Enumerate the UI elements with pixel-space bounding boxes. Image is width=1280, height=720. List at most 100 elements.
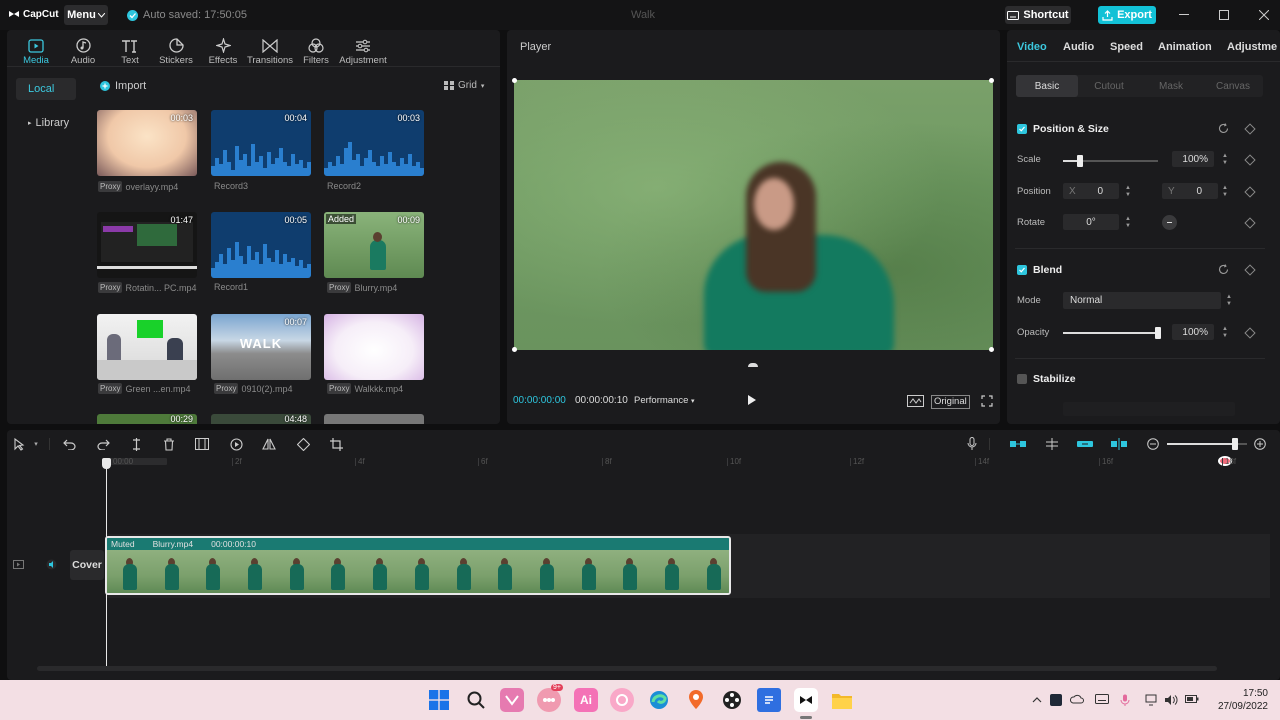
rotate-dial-icon[interactable] [1162, 215, 1177, 230]
shortcut-button[interactable]: Shortcut [1005, 6, 1071, 24]
opacity-stepper[interactable]: ▲ ▼ [1220, 324, 1230, 340]
menu-button[interactable]: Menu [64, 5, 108, 25]
search-icon[interactable] [464, 688, 488, 712]
sidebar-item-library[interactable]: ▸ Library [16, 112, 76, 134]
media-thumb-0910[interactable]: WALK 00:07 [211, 314, 311, 380]
reverse-icon[interactable] [228, 436, 244, 452]
handle-bottom-right[interactable] [989, 347, 994, 352]
keyframe-icon[interactable] [1244, 327, 1256, 339]
keyboard-tray-icon[interactable] [1095, 694, 1109, 706]
position-y-field[interactable]: Y 0 [1162, 183, 1218, 199]
media-thumb-blurry[interactable]: Added 00:09 [324, 212, 424, 278]
adobe-illustrator-icon[interactable]: Ai [574, 688, 598, 712]
tool-media[interactable]: Media [10, 34, 62, 66]
x-stepper[interactable]: ▲ ▼ [1123, 183, 1133, 199]
timeline-scrollbar[interactable] [37, 666, 1217, 671]
freeze-icon[interactable] [194, 436, 210, 452]
tool-effects[interactable]: Effects [197, 34, 249, 66]
reset-icon[interactable] [1218, 123, 1229, 134]
clipchamp-icon[interactable] [500, 688, 524, 712]
select-cursor-icon[interactable] [11, 436, 27, 452]
media-thumb-rotating[interactable]: 01:47 [97, 212, 197, 278]
media-thumb-partial-3[interactable] [324, 414, 424, 424]
handle-top-right[interactable] [989, 78, 994, 83]
battery-icon[interactable] [1185, 694, 1199, 706]
media-thumb-partial-1[interactable]: 00:29 [97, 414, 197, 424]
keyframe-icon[interactable] [1244, 217, 1256, 229]
close-icon[interactable] [1257, 8, 1271, 22]
waveform-view-icon[interactable] [907, 395, 924, 407]
tab-adjustment[interactable]: Adjustme [1227, 41, 1277, 53]
film-reel-icon[interactable] [720, 688, 744, 712]
stabilize-section[interactable]: Stabilize [1017, 373, 1076, 385]
subtab-cutout[interactable]: Cutout [1078, 75, 1140, 97]
reset-icon[interactable] [1218, 264, 1229, 275]
maximize-icon[interactable] [1217, 8, 1231, 22]
checkbox-icon[interactable] [1017, 124, 1027, 134]
delete-icon[interactable] [161, 436, 177, 452]
opacity-slider[interactable] [1063, 327, 1161, 339]
fullscreen-icon[interactable] [981, 395, 993, 407]
preview-axis-icon[interactable] [1111, 436, 1127, 452]
undo-icon[interactable] [61, 436, 77, 452]
zoom-in-icon[interactable] [1252, 436, 1268, 452]
opacity-value[interactable]: 100% [1172, 324, 1214, 340]
checkbox-icon[interactable] [1017, 265, 1027, 275]
import-button[interactable]: Import [100, 80, 146, 92]
app-swirl-icon[interactable] [610, 688, 634, 712]
volume-icon[interactable] [1164, 694, 1178, 706]
chat-app-icon[interactable]: 9+ [537, 684, 563, 712]
keyframe-icon[interactable] [1244, 264, 1256, 276]
track-audio-icon[interactable] [46, 559, 57, 570]
rotate-field[interactable]: 0° [1063, 214, 1119, 230]
location-pin-icon[interactable] [684, 688, 708, 712]
link-icon[interactable] [1077, 436, 1093, 452]
handle-bottom-left[interactable] [512, 347, 517, 352]
export-button[interactable]: Export [1098, 6, 1156, 24]
keyframe-icon[interactable] [1244, 123, 1256, 135]
tray-chevron-up-icon[interactable] [1031, 694, 1043, 706]
chevron-down-icon[interactable]: ▾ [31, 436, 41, 452]
blend-section[interactable]: Blend [1017, 264, 1062, 276]
microphone-tray-icon[interactable] [1120, 694, 1132, 706]
playhead-handle[interactable] [102, 458, 111, 469]
scale-value[interactable]: 100% [1172, 151, 1214, 167]
tab-video[interactable]: Video [1017, 41, 1047, 53]
minimize-icon[interactable] [1177, 8, 1191, 22]
view-mode-button[interactable]: Grid ▾ [444, 80, 484, 91]
media-thumb-overlayy[interactable]: 00:03 [97, 110, 197, 176]
file-explorer-icon[interactable] [830, 688, 854, 712]
tab-audio[interactable]: Audio [1063, 41, 1094, 53]
position-size-section[interactable]: Position & Size [1017, 123, 1109, 135]
tool-transitions[interactable]: Transitions [244, 34, 296, 66]
tool-stickers[interactable]: Stickers [150, 34, 202, 66]
y-stepper[interactable]: ▲ ▼ [1220, 183, 1230, 199]
cover-button[interactable]: Cover [70, 550, 104, 580]
tab-speed[interactable]: Speed [1110, 41, 1143, 53]
keyframe-icon[interactable] [1244, 154, 1256, 166]
nvidia-icon[interactable] [1050, 694, 1062, 706]
cloud-icon[interactable] [1070, 694, 1084, 706]
scale-slider[interactable] [1063, 155, 1158, 167]
media-thumb-partial-2[interactable]: 04:48 [211, 414, 311, 424]
main-track-magnet-icon[interactable] [1010, 436, 1026, 452]
snap-icon[interactable] [1044, 436, 1060, 452]
position-x-field[interactable]: X 0 [1063, 183, 1119, 199]
redo-icon[interactable] [95, 436, 111, 452]
tool-text[interactable]: Text [104, 34, 156, 66]
tab-animation[interactable]: Animation [1158, 41, 1212, 53]
video-clip[interactable]: Muted Blurry.mp4 00:00:00:10 [105, 536, 731, 595]
zoom-slider-knob[interactable] [1232, 438, 1238, 450]
media-thumb-record1[interactable]: 00:05 [211, 212, 311, 278]
mirror-icon[interactable] [261, 436, 277, 452]
blend-mode-select[interactable]: Normal [1063, 292, 1221, 309]
docs-icon[interactable] [757, 688, 781, 712]
checkbox-icon[interactable] [1017, 374, 1027, 384]
scale-stepper[interactable]: ▲ ▼ [1220, 151, 1230, 167]
capcut-taskbar-icon[interactable] [794, 688, 818, 712]
zoom-slider[interactable] [1167, 438, 1247, 450]
edge-browser-icon[interactable] [647, 688, 671, 712]
microphone-icon[interactable] [964, 436, 980, 452]
opacity-slider-knob[interactable] [1155, 327, 1161, 339]
performance-dropdown[interactable]: Performance ▾ [634, 395, 695, 406]
